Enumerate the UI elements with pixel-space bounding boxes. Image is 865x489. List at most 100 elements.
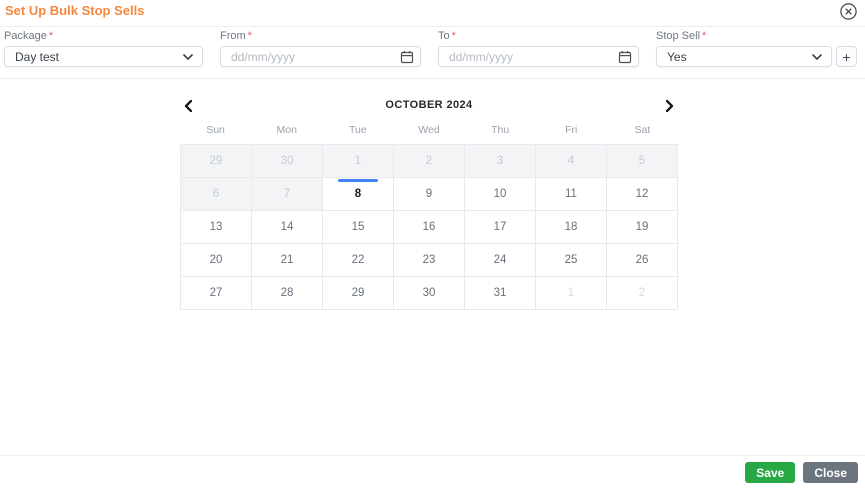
close-button-footer[interactable]: Close: [803, 462, 858, 483]
day-header-wed: Wed: [418, 124, 440, 136]
calendar-day-cell[interactable]: 10: [465, 178, 536, 211]
day-number: 7: [283, 188, 291, 200]
chevron-down-icon: [183, 53, 193, 60]
calendar-day-cell: 4: [536, 145, 607, 178]
day-number: 1: [354, 155, 362, 167]
calendar-day-cell: 5: [607, 145, 678, 178]
calendar-day-cell[interactable]: 9: [394, 178, 465, 211]
day-number: 29: [209, 155, 223, 167]
required-asterisk: *: [702, 30, 707, 42]
calendar-day-cell[interactable]: 11: [536, 178, 607, 211]
day-number: 30: [422, 287, 436, 299]
calendar-day-headers: Sun Mon Tue Wed Thu Fri Sat: [180, 124, 678, 137]
calendar-day-cell[interactable]: 31: [465, 277, 536, 310]
day-number: 15: [351, 221, 365, 233]
calendar-day-cell[interactable]: 8: [323, 178, 394, 211]
from-datepicker-button[interactable]: [399, 49, 414, 64]
calendar-day-cell[interactable]: 1: [536, 277, 607, 310]
calendar-day-cell[interactable]: 28: [252, 277, 323, 310]
day-number: 29: [351, 287, 365, 299]
calendar-next-month-button[interactable]: [662, 98, 678, 113]
calendar-day-cell[interactable]: 29: [323, 277, 394, 310]
calendar-day-cell[interactable]: 15: [323, 211, 394, 244]
from-label: From *: [220, 31, 421, 42]
close-button[interactable]: [838, 1, 858, 21]
day-number: 24: [493, 254, 507, 266]
day-header-tue: Tue: [348, 124, 367, 136]
calendar-day-cell[interactable]: 21: [252, 244, 323, 277]
stop-sell-field-group: Stop Sell * Yes +: [656, 31, 857, 67]
day-number: 2: [425, 155, 433, 167]
chevron-right-icon: [666, 99, 674, 112]
from-date-input[interactable]: [220, 46, 421, 67]
day-number: 30: [280, 155, 294, 167]
calendar-day-cell[interactable]: 24: [465, 244, 536, 277]
calendar-day-cell[interactable]: 23: [394, 244, 465, 277]
day-number: 31: [493, 287, 507, 299]
calendar-icon: [400, 50, 413, 63]
calendar-day-cell[interactable]: 17: [465, 211, 536, 244]
to-datepicker-button[interactable]: [617, 49, 632, 64]
day-number: 3: [496, 155, 504, 167]
stop-sell-line: Yes +: [656, 46, 857, 67]
required-asterisk: *: [247, 30, 252, 42]
to-field-group: To *: [438, 31, 639, 67]
day-header-sat: Sat: [634, 124, 651, 136]
calendar-day-cell: 6: [181, 178, 252, 211]
day-header-fri: Fri: [565, 124, 578, 136]
day-number: 13: [209, 221, 223, 233]
package-select[interactable]: Day test: [4, 46, 203, 67]
day-number: 14: [280, 221, 294, 233]
day-number: 19: [635, 221, 649, 233]
modal-footer: Save Close: [0, 455, 865, 489]
calendar-day-cell[interactable]: 16: [394, 211, 465, 244]
day-number: 16: [422, 221, 436, 233]
stop-sell-label-text: Stop Sell: [656, 30, 701, 42]
calendar-day-cell[interactable]: 2: [607, 277, 678, 310]
calendar: OCTOBER 2024 Sun Mon Tue Wed Thu Fri Sat…: [180, 98, 678, 310]
day-number: 20: [209, 254, 223, 266]
day-number: 11: [565, 188, 577, 200]
day-number: 12: [635, 188, 649, 200]
calendar-day-cell[interactable]: 22: [323, 244, 394, 277]
save-button[interactable]: Save: [745, 462, 796, 483]
calendar-day-cell: 1: [323, 145, 394, 178]
to-date-input[interactable]: [438, 46, 639, 67]
stop-sell-label: Stop Sell *: [656, 31, 857, 42]
day-number: 25: [564, 254, 578, 266]
calendar-day-cell[interactable]: 20: [181, 244, 252, 277]
today-indicator-bar: [338, 179, 378, 182]
day-number: 28: [280, 287, 294, 299]
close-icon: [839, 2, 857, 20]
day-header-sun: Sun: [206, 124, 225, 136]
calendar-day-cell[interactable]: 27: [181, 277, 252, 310]
day-number: 27: [209, 287, 223, 299]
modal-title: Set Up Bulk Stop Sells: [5, 3, 145, 18]
calendar-day-cell[interactable]: 26: [607, 244, 678, 277]
calendar-day-cell[interactable]: 30: [394, 277, 465, 310]
modal-header: Set Up Bulk Stop Sells: [0, 0, 865, 27]
to-label: To *: [438, 31, 639, 42]
calendar-nav: OCTOBER 2024: [180, 98, 678, 113]
add-row-button[interactable]: +: [836, 46, 857, 67]
day-header-thu: Thu: [491, 124, 510, 136]
calendar-day-cell[interactable]: 18: [536, 211, 607, 244]
day-number: 23: [422, 254, 436, 266]
bulk-stop-sell-form: Package * Day test From * dd/mm/yyyy To …: [0, 27, 865, 79]
calendar-day-cell[interactable]: 12: [607, 178, 678, 211]
calendar-day-cell[interactable]: 14: [252, 211, 323, 244]
day-number: 1: [567, 287, 575, 299]
from-field-group: From *: [220, 31, 421, 67]
calendar-day-cell: 30: [252, 145, 323, 178]
to-label-text: To: [438, 30, 450, 42]
day-number: 6: [212, 188, 220, 200]
day-number: 21: [280, 254, 294, 266]
calendar-day-cell[interactable]: 13: [181, 211, 252, 244]
stop-sell-select[interactable]: Yes: [656, 46, 832, 67]
calendar-day-cell[interactable]: 19: [607, 211, 678, 244]
package-select-value: Day test: [15, 49, 60, 64]
required-asterisk: *: [48, 30, 54, 42]
calendar-day-cell[interactable]: 25: [536, 244, 607, 277]
calendar-grid: 29 30 1 2 3 4 5 6 7 8 9 10 11 12 13 14 15 16 17 18 19 20 21 22 2…: [180, 144, 678, 310]
calendar-month-label: OCTOBER 2024: [385, 99, 473, 111]
